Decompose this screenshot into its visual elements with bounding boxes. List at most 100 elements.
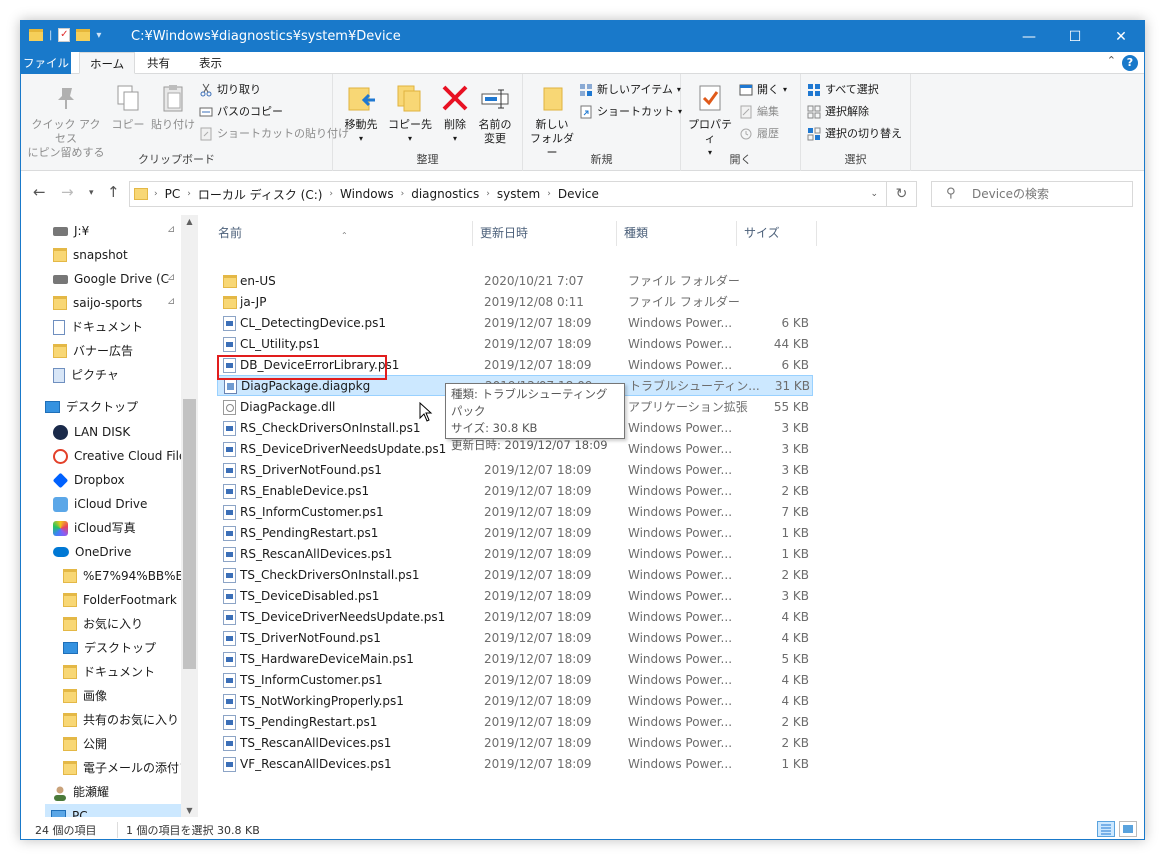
scroll-up-icon[interactable]: ▲ [181,217,198,226]
collapse-ribbon-icon[interactable]: ⌃ [1107,54,1116,67]
file-row[interactable]: TS_PendingRestart.ps1 2019/12/07 18:09 Win… [217,712,813,733]
file-row[interactable]: TS_RescanAllDevices.ps1 2019/12/07 18:09 W… [217,733,813,754]
nav-item-shared-favorites[interactable]: 共有のお気に入り [63,708,179,732]
file-row[interactable]: RS_RescanAllDevices.ps1 2019/12/07 18:09 W… [217,544,813,565]
nav-item-saijo-sports[interactable]: saijo-sports [53,291,142,315]
file-row[interactable]: TS_InformCustomer.ps1 2019/12/07 18:09 Win… [217,670,813,691]
nav-item-email-attachments[interactable]: 電子メールの添付フ [63,756,191,780]
tab-share[interactable]: 共有 [137,52,180,74]
recent-locations-chevron-icon[interactable]: ▾ [89,188,94,198]
back-arrow-icon[interactable]: ← [33,183,46,201]
copy-path-button[interactable]: パスのコピー [199,102,283,122]
column-header-date[interactable]: 更新日時 [473,221,617,246]
new-item-button[interactable]: 新しいアイテム ▾ [579,80,681,100]
nav-item-google-drive[interactable]: Google Drive (C [53,267,169,291]
search-input[interactable]: ⚲ Deviceの検索 [931,181,1133,207]
file-row[interactable]: TS_DriverNotFound.ps1 2019/12/07 18:09 Win… [217,628,813,649]
file-row[interactable]: ja-JP 2019/12/08 0:11 ファイル フォルダー [217,292,813,313]
large-icons-view-icon[interactable] [1119,821,1137,837]
nav-item-icloud-photos[interactable]: iCloud写真 [53,516,136,540]
pin-quick-access-button[interactable]: クイック アクセス にピン留めする [27,82,105,160]
address-dropdown-icon[interactable]: ⌄ [870,189,878,199]
crumb-device[interactable]: Device [551,187,606,201]
nav-item-user[interactable]: 能瀬耀 [53,780,109,804]
crumb-pc[interactable]: PC [158,187,188,201]
column-header-size[interactable]: サイズ [737,221,817,246]
file-row[interactable]: TS_DeviceDisabled.ps1 2019/12/07 18:09 Win… [217,586,813,607]
nav-item-onedrive-documents[interactable]: ドキュメント [63,660,155,684]
move-to-button[interactable]: 移動先 ▾ [339,82,383,146]
file-row[interactable]: TS_CheckDriversOnInstall.ps1 2019/12/07 1… [217,565,813,586]
nav-item-onedrive-desktop[interactable]: デスクトップ [63,636,156,660]
crumb-system[interactable]: system [490,187,547,201]
delete-button[interactable]: 削除 ▾ [437,82,473,146]
nav-item-favorites[interactable]: お気に入り [63,612,143,636]
scroll-down-icon[interactable]: ▼ [181,806,198,815]
nav-item-lan-disk[interactable]: LAN DISK [53,420,130,444]
tab-home[interactable]: ホーム [79,52,136,74]
cut-button[interactable]: 切り取り [199,80,261,100]
copy-to-button[interactable]: コピー先 ▾ [385,82,435,146]
pin-icon[interactable]: ⊿ [167,296,175,307]
file-row[interactable]: en-US 2020/10/21 7:07 ファイル フォルダー [217,271,813,292]
nav-item-desktop[interactable]: デスクトップ [45,395,138,419]
forward-arrow-icon[interactable]: → [61,183,74,201]
nav-item-onedrive[interactable]: OneDrive [53,540,131,564]
help-icon[interactable]: ? [1122,55,1138,71]
new-folder-quick-icon[interactable] [76,29,91,41]
up-arrow-icon[interactable]: ↑ [107,183,120,201]
nav-item-snapshot[interactable]: snapshot [53,243,128,267]
nav-item-dropbox[interactable]: Dropbox [52,468,125,492]
select-all-button[interactable]: すべて選択 [807,80,879,100]
select-none-button[interactable]: 選択解除 [807,102,869,122]
maximize-button[interactable]: ☐ [1052,21,1098,52]
nav-scrollbar[interactable]: ▲ ▼ [181,215,198,817]
edit-button[interactable]: 編集 [739,102,779,122]
file-row[interactable]: TS_NotWorkingProperly.ps1 2019/12/07 18:0… [217,691,813,712]
address-bar[interactable]: › PC › ローカル ディスク (C:) › Windows › diagno… [129,181,887,207]
close-button[interactable]: ✕ [1098,21,1144,52]
nav-item-images[interactable]: 画像 [63,684,107,708]
properties-quick-icon[interactable]: ✓ [58,28,71,42]
details-view-icon[interactable] [1097,821,1115,837]
pin-icon[interactable]: ⊿ [167,224,175,235]
column-header-type[interactable]: 種類 [617,221,737,246]
file-row[interactable]: RS_EnableDevice.ps1 2019/12/07 18:09 Windo… [217,481,813,502]
nav-item-documents[interactable]: ドキュメント [53,315,143,339]
nav-item-icloud-drive[interactable]: iCloud Drive [53,492,147,516]
nav-item-encoded-folder[interactable]: %E7%94%BB%E5 [63,564,191,588]
file-row[interactable]: TS_DeviceDriverNeedsUpdate.ps1 2019/12/07… [217,607,813,628]
nav-item-j-drive[interactable]: J:¥ [53,219,89,243]
nav-item-banner-ads[interactable]: バナー広告 [53,339,133,363]
rename-button[interactable]: 名前の 変更 [473,82,517,146]
scrollbar-thumb[interactable] [183,399,196,669]
paste-shortcut-button[interactable]: ショートカットの貼り付け [199,124,349,144]
crumb-diagnostics[interactable]: diagnostics [404,187,486,201]
minimize-button[interactable]: — [1006,21,1052,52]
invert-selection-button[interactable]: 選択の切り替え [807,124,902,144]
copy-button[interactable]: コピー [107,82,149,132]
file-row[interactable]: RS_PendingRestart.ps1 2019/12/07 18:09 Win… [217,523,813,544]
new-folder-button[interactable]: 新しい フォルダー [527,82,577,160]
file-row[interactable]: RS_InformCustomer.ps1 2019/12/07 18:09 Win… [217,502,813,523]
file-row[interactable]: CL_Utility.ps1 2019/12/07 18:09 Windows Po… [217,334,813,355]
file-row[interactable]: TS_HardwareDeviceMain.ps1 2019/12/07 18:0… [217,649,813,670]
tab-view[interactable]: 表示 [189,52,232,74]
nav-item-creative-cloud[interactable]: Creative Cloud File [53,444,186,468]
nav-item-public[interactable]: 公開 [63,732,107,756]
open-button[interactable]: 開く ▾ [739,80,787,100]
properties-button[interactable]: プロパティ ▾ [685,82,735,160]
tab-file[interactable]: ファイル [21,52,71,74]
file-row[interactable]: CL_DetectingDevice.ps1 2019/12/07 18:09 Wi… [217,313,813,334]
history-button[interactable]: 履歴 [739,124,779,144]
nav-item-folderfootmark[interactable]: FolderFootmark [63,588,177,612]
file-row[interactable]: RS_DriverNotFound.ps1 2019/12/07 18:09 Win… [217,460,813,481]
shortcut-button[interactable]: ショートカット ▾ [579,102,682,122]
paste-button[interactable]: 貼り付け [149,82,197,132]
nav-item-pictures[interactable]: ピクチャ [53,363,119,387]
crumb-local-disk[interactable]: ローカル ディスク (C:) [191,186,330,203]
crumb-windows[interactable]: Windows [333,187,401,201]
nav-item-pc[interactable]: PC [45,804,181,817]
chevron-down-icon[interactable]: ▾ [96,30,101,41]
pin-icon[interactable]: ⊿ [167,272,175,283]
